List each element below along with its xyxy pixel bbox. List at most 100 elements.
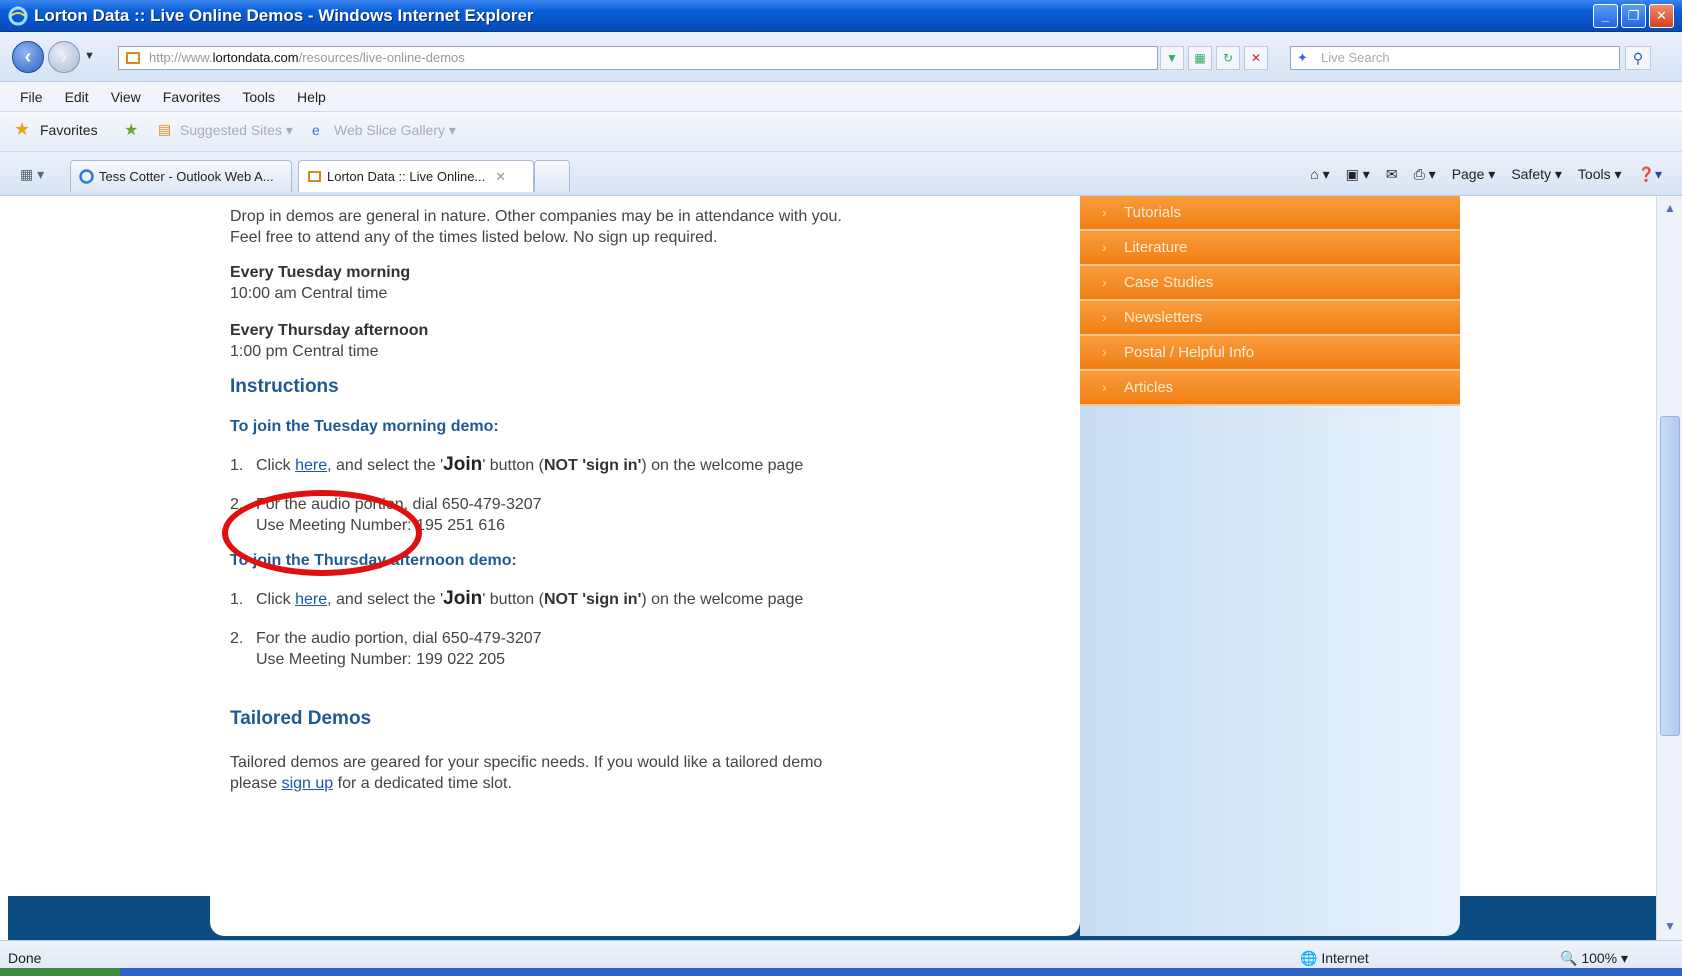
tools-menu[interactable]: Tools ▾ bbox=[1578, 166, 1622, 183]
magnifier-icon: 🔍 bbox=[1560, 950, 1578, 966]
tailored-line-1: Tailored demos are geared for your speci… bbox=[230, 754, 823, 771]
menu-favorites[interactable]: Favorites bbox=[163, 89, 221, 105]
address-input[interactable]: http://www.lortondata.com/resources/live… bbox=[118, 46, 1158, 70]
close-window-button[interactable]: ✕ bbox=[1649, 4, 1674, 28]
favorites-button[interactable]: Favorites bbox=[40, 122, 98, 138]
read-mail-icon[interactable]: ✉ bbox=[1386, 166, 1398, 183]
quick-tabs-icon[interactable]: ▦ ▾ bbox=[20, 166, 44, 183]
zoom-level: 100% bbox=[1581, 950, 1618, 966]
sidebar-item-newsletters[interactable]: › Newsletters bbox=[1080, 301, 1460, 336]
print-icon[interactable]: ⎙ ▾ bbox=[1414, 166, 1436, 183]
thursday-meeting-number: Use Meeting Number: 199 022 205 bbox=[256, 651, 506, 668]
tab-outlook[interactable]: Tess Cotter - Outlook Web A... bbox=[70, 160, 292, 192]
menu-file[interactable]: File bbox=[20, 89, 43, 105]
intro-line-2: Feel free to attend any of the times lis… bbox=[230, 229, 718, 246]
tailored-text: for a dedicated time slot. bbox=[333, 775, 512, 792]
zoom-control[interactable]: 🔍 100% ▾ bbox=[1560, 950, 1628, 967]
history-dropdown-icon[interactable]: ▼ bbox=[84, 50, 95, 62]
sidebar-item-literature[interactable]: › Literature bbox=[1080, 231, 1460, 266]
join-keyword: Join bbox=[443, 588, 483, 609]
tuesday-time: 10:00 am Central time bbox=[230, 285, 388, 302]
sidebar-item-label: Newsletters bbox=[1124, 309, 1203, 326]
refresh-icon[interactable]: ↻ bbox=[1216, 46, 1240, 70]
sidebar-item-postal-info[interactable]: › Postal / Helpful Info bbox=[1080, 336, 1460, 371]
sign-up-link[interactable]: sign up bbox=[282, 775, 334, 792]
scroll-down-icon[interactable]: ▼ bbox=[1660, 916, 1680, 936]
minimize-button[interactable]: _ bbox=[1593, 4, 1618, 28]
thursday-schedule: Every Thursday afternoon 1:00 pm Central… bbox=[230, 320, 428, 362]
sidebar-menu: › Tutorials › Literature › Case Studies › Ne… bbox=[1080, 196, 1460, 406]
page-left-background bbox=[0, 196, 210, 940]
thursday-step-2: 2. For the audio portion, dial 650-479-32… bbox=[230, 628, 542, 670]
add-favorite-icon[interactable]: ★ bbox=[124, 120, 138, 140]
forward-button[interactable]: › bbox=[48, 41, 80, 73]
tab-outlook-label: Tess Cotter - Outlook Web A... bbox=[99, 169, 274, 184]
step-number: 1. bbox=[230, 591, 244, 608]
sidebar-item-label: Literature bbox=[1124, 239, 1188, 256]
highlight-circle-annotation bbox=[222, 490, 422, 576]
menu-edit[interactable]: Edit bbox=[65, 89, 89, 105]
sidebar-item-case-studies[interactable]: › Case Studies bbox=[1080, 266, 1460, 301]
vertical-scrollbar[interactable]: ▲ ▼ bbox=[1656, 196, 1682, 940]
favorites-bar: ★ Favorites ★ ▤ Suggested Sites ▾ e Web … bbox=[0, 112, 1682, 152]
maximize-button[interactable]: ❐ bbox=[1621, 4, 1646, 28]
tuesday-here-link[interactable]: here bbox=[295, 457, 327, 474]
sign-in-keyword: 'sign in' bbox=[577, 591, 642, 608]
chevron-right-icon: › bbox=[1102, 239, 1107, 255]
thursday-heading: Every Thursday afternoon bbox=[230, 322, 429, 339]
security-zone: 🌐 Internet bbox=[1300, 950, 1369, 967]
sidebar-item-label: Tutorials bbox=[1124, 204, 1181, 221]
scroll-up-icon[interactable]: ▲ bbox=[1660, 198, 1680, 218]
feeds-icon[interactable]: ▣ ▾ bbox=[1346, 166, 1370, 183]
menu-help[interactable]: Help bbox=[297, 89, 326, 105]
ie-tab-icon bbox=[79, 169, 94, 184]
compatibility-view-icon[interactable]: ▦ bbox=[1188, 46, 1212, 70]
tab-lorton-data[interactable]: Lorton Data :: Live Online... ✕ bbox=[298, 160, 534, 192]
not-keyword: NOT bbox=[543, 591, 578, 608]
scroll-thumb[interactable] bbox=[1660, 416, 1680, 736]
dropdown-arrow-icon[interactable]: ▼ bbox=[1160, 46, 1184, 70]
thursday-time: 1:00 pm Central time bbox=[230, 343, 379, 360]
safety-menu[interactable]: Safety ▾ bbox=[1511, 166, 1562, 183]
thursday-here-link[interactable]: here bbox=[295, 591, 327, 608]
status-text: Done bbox=[8, 950, 42, 966]
new-tab-button[interactable] bbox=[534, 160, 570, 192]
tailored-demos-heading: Tailored Demos bbox=[230, 708, 372, 729]
home-icon[interactable]: ⌂ ▾ bbox=[1310, 166, 1329, 183]
favorites-star-icon: ★ bbox=[14, 119, 31, 139]
live-search-icon: ✦ bbox=[1297, 50, 1308, 65]
url-path: /resources/live-online-demos bbox=[298, 50, 465, 65]
tab-bar: ▦ ▾ Tess Cotter - Outlook Web A... Lorto… bbox=[0, 152, 1682, 196]
suggested-sites-link[interactable]: Suggested Sites ▾ bbox=[180, 122, 293, 139]
step-text: Click bbox=[256, 591, 296, 608]
zone-label: Internet bbox=[1321, 950, 1369, 966]
chevron-right-icon: › bbox=[1102, 344, 1107, 360]
web-slice-gallery-link[interactable]: Web Slice Gallery ▾ bbox=[334, 122, 456, 139]
help-icon[interactable]: ❓▾ bbox=[1638, 166, 1662, 183]
tailored-demos-text: Tailored demos are geared for your speci… bbox=[230, 752, 822, 794]
chevron-right-icon: › bbox=[1102, 274, 1107, 290]
sidebar-item-tutorials[interactable]: › Tutorials bbox=[1080, 196, 1460, 231]
menu-tools[interactable]: Tools bbox=[242, 89, 275, 105]
globe-icon: 🌐 bbox=[1300, 950, 1318, 966]
taskbar-strip bbox=[0, 968, 1682, 976]
sidebar: › Tutorials › Literature › Case Studies › Ne… bbox=[1080, 196, 1460, 936]
tailored-text: please bbox=[230, 775, 282, 792]
url-prefix: http://www. bbox=[149, 50, 213, 65]
intro-text: Drop in demos are general in nature. Oth… bbox=[230, 206, 842, 248]
step-text: ' button ( bbox=[482, 457, 544, 474]
sidebar-item-label: Postal / Helpful Info bbox=[1124, 344, 1255, 361]
chevron-right-icon: › bbox=[1102, 309, 1107, 325]
sidebar-item-label: Articles bbox=[1124, 379, 1174, 396]
back-button[interactable]: ‹ bbox=[12, 41, 44, 73]
close-tab-icon[interactable]: ✕ bbox=[495, 169, 506, 184]
suggested-sites-icon: ▤ bbox=[158, 121, 172, 137]
search-input[interactable]: ✦ Live Search bbox=[1290, 46, 1620, 70]
command-bar: ⌂ ▾ ▣ ▾ ✉ ⎙ ▾ Page ▾ Safety ▾ Tools ▾ ❓▾ bbox=[1310, 166, 1662, 183]
menu-view[interactable]: View bbox=[111, 89, 141, 105]
tab-lorton-label: Lorton Data :: Live Online... bbox=[327, 169, 486, 184]
sidebar-item-articles[interactable]: › Articles bbox=[1080, 371, 1460, 406]
stop-icon[interactable]: ✕ bbox=[1244, 46, 1268, 70]
search-button[interactable]: ⚲ bbox=[1625, 46, 1651, 70]
page-menu[interactable]: Page ▾ bbox=[1452, 166, 1496, 183]
